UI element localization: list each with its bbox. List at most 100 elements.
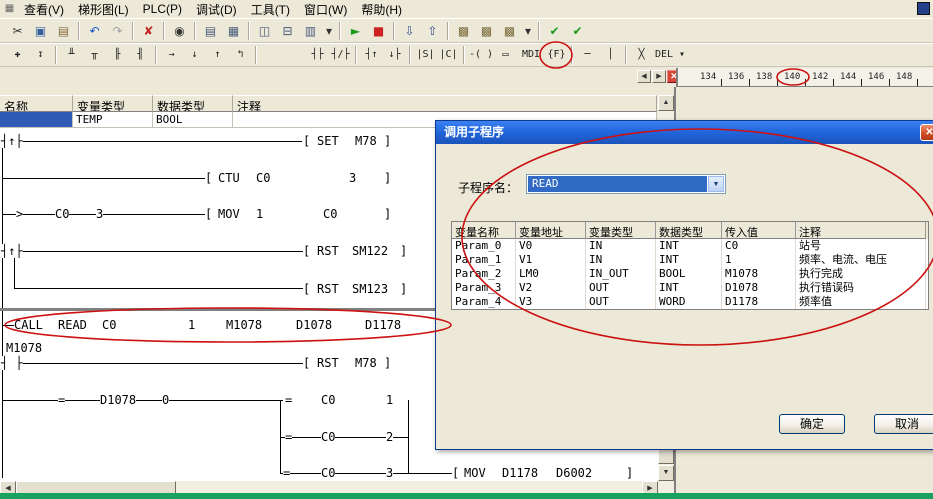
print-preview-icon[interactable]: ▤ [199, 20, 222, 41]
ladder-token[interactable]: SM123 [352, 282, 388, 296]
parameter-table-row[interactable]: Param_0V0ININTC0站号 [452, 239, 928, 253]
ladder-token[interactable]: M1078 [226, 318, 262, 332]
parameter-table-row[interactable]: Param_1V1ININT1频率、电流、电压 [452, 253, 928, 267]
symbol-column-header[interactable]: 名称 [0, 95, 73, 112]
ladder-token[interactable]: ┤↑├ [1, 134, 23, 148]
dialog-close-button[interactable]: ✕ [920, 124, 933, 141]
ladder-token[interactable]: [ [205, 207, 212, 221]
ladder-token[interactable]: [ [303, 134, 310, 148]
ladder-token[interactable]: SM122 [352, 244, 388, 258]
ladder-token[interactable]: D6002 [556, 466, 592, 480]
ladder-token[interactable]: C0 [321, 393, 335, 407]
combobox-dropdown-button[interactable]: ▼ [708, 176, 724, 192]
ladder-token[interactable]: ] [384, 356, 391, 370]
contact-rising-icon[interactable]: ┤↑ [360, 45, 383, 66]
ladder-token[interactable]: CTU [218, 171, 240, 185]
parameter-table-row[interactable]: Param_4V3OUTWORDD1178频率值 [452, 295, 928, 309]
insert-network-icon[interactable]: ↧ [29, 45, 52, 66]
ladder-token[interactable]: = [58, 393, 65, 407]
ladder-token[interactable]: 3 [386, 466, 393, 480]
paste-icon[interactable]: ▤ [52, 20, 75, 41]
ladder-token[interactable]: ┤ ├ [1, 356, 23, 370]
ladder-token[interactable]: 1 [256, 207, 263, 221]
edit-up-icon[interactable]: ╨ [60, 45, 83, 66]
hline-icon[interactable]: ─ [576, 45, 599, 66]
ladder-token[interactable]: > [16, 207, 23, 221]
ladder-token[interactable]: 0 [162, 393, 169, 407]
ladder-token[interactable]: C0 [256, 171, 270, 185]
menu-item[interactable]: 帮助(H) [354, 0, 409, 20]
lock-icon-3[interactable]: ▩ [498, 20, 521, 41]
parameter-column-header[interactable]: 变量地址 [516, 222, 586, 239]
coil-reset-icon[interactable]: |C| [437, 45, 460, 66]
parameter-column-header[interactable]: 变量名称 [452, 222, 516, 239]
contact-nc-icon[interactable]: ┤/├ [329, 45, 352, 66]
ladder-token[interactable]: SET [317, 134, 339, 148]
ladder-token[interactable]: C0 [102, 318, 116, 332]
ladder-token[interactable]: 1 [188, 318, 195, 332]
lock-icon-2[interactable]: ▩ [475, 20, 498, 41]
edit-down-icon[interactable]: ╥ [83, 45, 106, 66]
edit-right-icon[interactable]: ╢ [129, 45, 152, 66]
project-pane-icon[interactable]: ◫ [253, 20, 276, 41]
ladder-token[interactable]: ┤↑├ [1, 244, 23, 258]
wire-branch-icon[interactable]: ↰ [229, 45, 252, 66]
symbol-column-header[interactable]: 数据类型 [153, 95, 233, 112]
print-icon[interactable]: ▦ [222, 20, 245, 41]
coil-set-icon[interactable]: |S| [414, 45, 437, 66]
undo-icon[interactable]: ↶ [83, 20, 106, 41]
window-corner-icon[interactable] [917, 2, 930, 15]
box-instruction-icon[interactable]: ▭ [494, 45, 517, 66]
parameter-table-row[interactable]: Param_2LM0IN_OUTBOOLM1078执行完成 [452, 267, 928, 281]
ladder-token[interactable]: RST [317, 282, 339, 296]
coil-icon[interactable]: -( ) [468, 45, 494, 66]
download-to-plc-icon[interactable]: ⇩ [398, 20, 421, 41]
run-icon[interactable]: ► [344, 20, 367, 41]
compile-all-icon[interactable]: ✔ [566, 20, 589, 41]
ladder-token[interactable]: D1178 [502, 466, 538, 480]
mdi-button[interactable]: MDI [517, 45, 545, 66]
symbol-cell[interactable]: BOOL [153, 112, 233, 128]
dialog-titlebar[interactable]: 调用子程序 ✕ [436, 121, 933, 144]
ladder-token[interactable]: [ [205, 171, 212, 185]
ladder-token[interactable]: C0 [323, 207, 337, 221]
delete-button[interactable]: DEL ▾ [653, 45, 687, 66]
ladder-token[interactable]: D1178 [365, 318, 401, 332]
ladder-token[interactable]: ] [384, 134, 391, 148]
ladder-token[interactable]: M78 [355, 134, 377, 148]
parameter-column-header[interactable]: 注释 [796, 222, 926, 239]
symbol-cell[interactable]: TEMP [73, 112, 153, 128]
ladder-token[interactable]: 3 [96, 207, 103, 221]
scroll-up-button[interactable]: ▲ [658, 95, 674, 111]
ladder-token[interactable]: RST [317, 244, 339, 258]
ladder-token[interactable]: D1078 [296, 318, 332, 332]
locks-dropdown-icon[interactable]: ▾ [521, 20, 535, 41]
ladder-token[interactable]: ] [626, 466, 633, 480]
compile-icon[interactable]: ✔ [543, 20, 566, 41]
delete-icon[interactable]: ✘ [137, 20, 160, 41]
cancel-button[interactable]: 取消 [874, 414, 933, 434]
ladder-token[interactable]: [ [303, 282, 310, 296]
wire-right-icon[interactable]: → [160, 45, 183, 66]
ladder-token[interactable]: READ [58, 318, 87, 332]
panes-dropdown-icon[interactable]: ▾ [322, 20, 336, 41]
ladder-token[interactable]: = [285, 393, 292, 407]
menu-item[interactable]: 窗口(W) [297, 0, 354, 20]
parameter-column-header[interactable]: 数据类型 [656, 222, 722, 239]
ladder-token[interactable]: MOV [464, 466, 486, 480]
ladder-token[interactable]: M1078 [6, 341, 42, 355]
ladder-token[interactable]: C0 [321, 466, 335, 480]
symbol-cell[interactable] [0, 112, 73, 128]
menu-item[interactable]: 梯形图(L) [71, 0, 136, 20]
menu-item[interactable]: 查看(V) [17, 0, 71, 20]
wire-down-icon[interactable]: ↓ [183, 45, 206, 66]
ladder-token[interactable]: M78 [355, 356, 377, 370]
parameter-column-header[interactable]: 传入值 [722, 222, 796, 239]
symbol-column-header[interactable]: 变量类型 [73, 95, 153, 112]
cut-wire-icon[interactable]: ╳ [630, 45, 653, 66]
select-tool-icon[interactable]: ✚ [6, 45, 29, 66]
ladder-token[interactable]: [ [303, 244, 310, 258]
ladder-token[interactable]: C0 [55, 207, 69, 221]
ladder-token[interactable]: [ [303, 356, 310, 370]
tab-scroll-right-button[interactable]: ▶ [652, 70, 666, 83]
